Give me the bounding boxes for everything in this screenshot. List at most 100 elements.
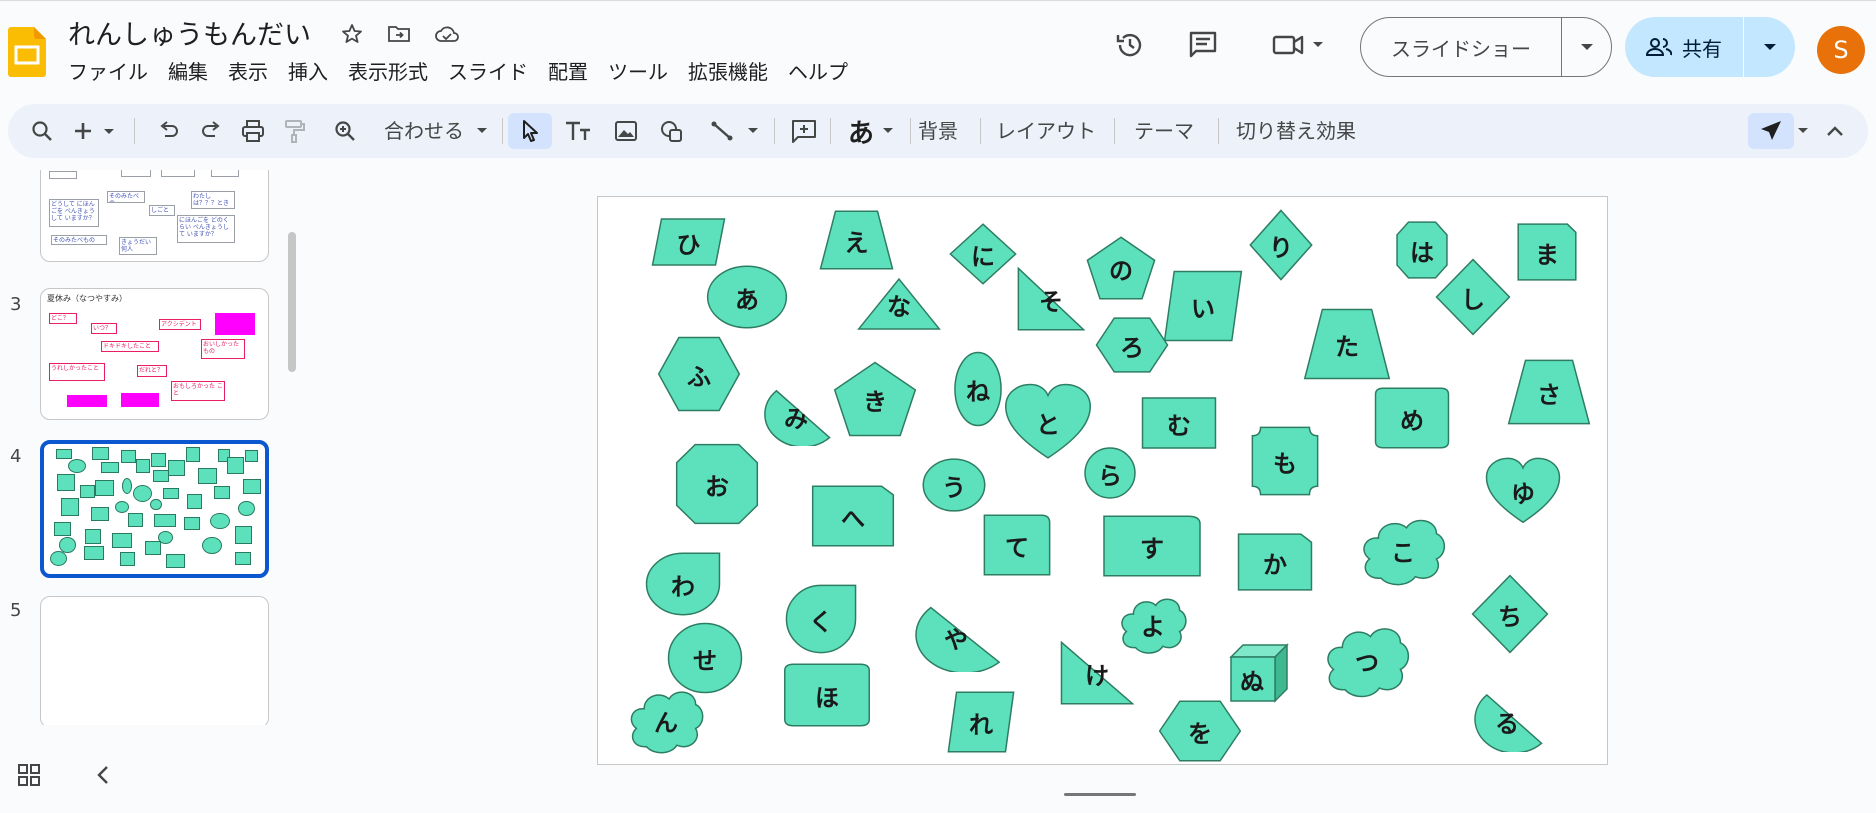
menu-slide[interactable]: スライド — [438, 57, 538, 87]
search-menus-icon[interactable] — [24, 113, 60, 149]
kana-shape-ta[interactable]: た — [1303, 308, 1391, 380]
menu-tools[interactable]: ツール — [598, 57, 678, 87]
slide-thumbnail-4[interactable] — [40, 440, 269, 578]
document-title[interactable]: れんしゅうもんだい — [68, 13, 311, 52]
undo-icon[interactable] — [152, 113, 186, 149]
kana-shape-no[interactable]: の — [1086, 236, 1156, 300]
kana-shape-ka[interactable]: か — [1237, 533, 1313, 591]
kana-shape-wa[interactable]: わ — [645, 552, 721, 616]
account-avatar[interactable]: S — [1817, 26, 1865, 74]
menu-help[interactable]: ヘルプ — [778, 57, 858, 87]
current-slide[interactable]: ひえにりはまあなそのいしろふたさみきねとむめもらおうへゆてすわこかくちよせやつけ… — [597, 196, 1608, 765]
move-folder-icon[interactable] — [386, 21, 412, 47]
kana-shape-tsu[interactable]: つ — [1323, 621, 1411, 699]
kana-shape-na[interactable]: な — [857, 278, 941, 330]
input-tools-icon[interactable]: あ — [840, 113, 902, 149]
kana-shape-ra[interactable]: ら — [1084, 447, 1136, 499]
kana-shape-su[interactable]: す — [1102, 515, 1202, 577]
select-tool-icon[interactable] — [508, 113, 552, 149]
kana-shape-ko[interactable]: こ — [1359, 513, 1447, 587]
kana-shape-ki[interactable]: き — [833, 361, 917, 437]
cloud-saved-icon[interactable] — [434, 21, 460, 47]
kana-shape-i[interactable]: い — [1163, 270, 1243, 342]
slide-thumbnail-2[interactable]: どうして にほんごを べんきょうして いますか？ そのみたべの しごと わたし … — [40, 170, 269, 262]
kana-shape-te[interactable]: て — [983, 514, 1051, 576]
kana-shape-e[interactable]: え — [819, 210, 894, 270]
insert-image-icon[interactable] — [608, 113, 644, 149]
kana-shape-ku[interactable]: く — [785, 584, 857, 654]
version-history-icon[interactable] — [1110, 25, 1150, 65]
print-icon[interactable] — [236, 113, 270, 149]
menu-arrange[interactable]: 配置 — [538, 57, 598, 87]
kana-shape-ri[interactable]: り — [1249, 209, 1313, 281]
grid-view-icon[interactable] — [14, 760, 44, 790]
kana-shape-ro[interactable]: ろ — [1095, 317, 1169, 373]
pointer-mode-icon[interactable] — [1748, 113, 1794, 149]
line-icon[interactable] — [708, 113, 766, 149]
kana-shape-wo[interactable]: を — [1158, 700, 1242, 762]
kana-shape-shi[interactable]: し — [1435, 258, 1511, 336]
kana-shape-to[interactable]: と — [1004, 383, 1092, 461]
slide-thumbnail-5[interactable] — [40, 596, 269, 725]
menu-extensions[interactable]: 拡張機能 — [678, 57, 778, 87]
menu-view[interactable]: 表示 — [218, 57, 278, 87]
kana-shape-u[interactable]: う — [922, 458, 986, 512]
kana-shape-me[interactable]: め — [1374, 387, 1450, 449]
kana-shape-fu[interactable]: ふ — [657, 336, 741, 412]
zoom-select[interactable]: 合わせる — [384, 113, 464, 149]
menu-insert[interactable]: 挿入 — [278, 57, 338, 87]
kana-shape-ru[interactable]: る — [1471, 690, 1543, 752]
shape-icon[interactable] — [654, 113, 690, 149]
share-button[interactable]: 共有 — [1625, 17, 1795, 77]
menu-format[interactable]: 表示形式 — [338, 57, 438, 87]
comments-icon[interactable] — [1183, 25, 1223, 65]
filmstrip-scrollbar[interactable] — [288, 232, 296, 372]
kana-shape-nu[interactable]: ぬ — [1229, 643, 1289, 703]
collapse-filmstrip-icon[interactable] — [88, 760, 118, 790]
kana-shape-ho[interactable]: ほ — [783, 663, 871, 727]
kana-shape-re[interactable]: れ — [947, 691, 1015, 753]
kana-shape-mu[interactable]: む — [1141, 397, 1217, 449]
menu-file[interactable]: ファイル — [58, 57, 158, 87]
slideshow-label[interactable]: スライドショー — [1361, 33, 1561, 62]
theme-button[interactable]: テーマ — [1134, 113, 1194, 149]
kana-shape-ne[interactable]: ね — [954, 351, 1002, 427]
transition-button[interactable]: 切り替え効果 — [1236, 113, 1356, 149]
kana-shape-mi[interactable]: み — [761, 386, 831, 446]
star-icon[interactable] — [339, 21, 365, 47]
collapse-toolbar-icon[interactable] — [1820, 113, 1850, 149]
menu-edit[interactable]: 編集 — [158, 57, 218, 87]
kana-shape-ya[interactable]: や — [911, 602, 1001, 672]
kana-shape-o[interactable]: お — [675, 443, 759, 525]
kana-shape-yu[interactable]: ゆ — [1485, 457, 1561, 525]
kana-shape-se[interactable]: せ — [667, 622, 743, 694]
slides-logo-icon[interactable] — [8, 27, 46, 77]
background-button[interactable]: 背景 — [918, 113, 958, 149]
share-dropdown-icon[interactable] — [1744, 43, 1795, 51]
new-slide-icon[interactable] — [72, 113, 124, 149]
kana-shape-ma[interactable]: ま — [1517, 223, 1577, 281]
kana-shape-hi[interactable]: ひ — [651, 218, 726, 266]
share-main[interactable]: 共有 — [1625, 33, 1743, 62]
kana-shape-sa[interactable]: さ — [1507, 359, 1591, 425]
layout-button[interactable]: レイアウト — [996, 113, 1096, 149]
kana-shape-a[interactable]: あ — [706, 265, 788, 329]
kana-shape-so[interactable]: そ — [1017, 267, 1085, 331]
speaker-notes-handle[interactable] — [1064, 793, 1136, 796]
meet-video-icon[interactable] — [1263, 25, 1333, 65]
pointer-dropdown-icon[interactable] — [1794, 113, 1812, 149]
text-box-icon[interactable] — [560, 113, 596, 149]
zoom-icon[interactable] — [328, 113, 362, 149]
slide-thumbnail-3[interactable]: 夏休み（なつやすみ） どこ？ いつ？ アクシデント ドキドキしたこと おいしかっ… — [40, 288, 269, 420]
kana-shape-he[interactable]: へ — [811, 485, 895, 547]
slideshow-dropdown-icon[interactable] — [1562, 43, 1611, 51]
slideshow-button[interactable]: スライドショー — [1360, 17, 1612, 77]
paint-format-icon[interactable] — [278, 113, 312, 149]
kana-shape-mo[interactable]: も — [1251, 426, 1319, 496]
zoom-dropdown-icon[interactable] — [473, 113, 491, 149]
comment-add-icon[interactable] — [784, 113, 824, 149]
redo-icon[interactable] — [194, 113, 228, 149]
kana-shape-chi[interactable]: ち — [1471, 574, 1549, 654]
kana-shape-n[interactable]: ん — [627, 685, 705, 755]
kana-shape-ni[interactable]: に — [949, 223, 1017, 285]
